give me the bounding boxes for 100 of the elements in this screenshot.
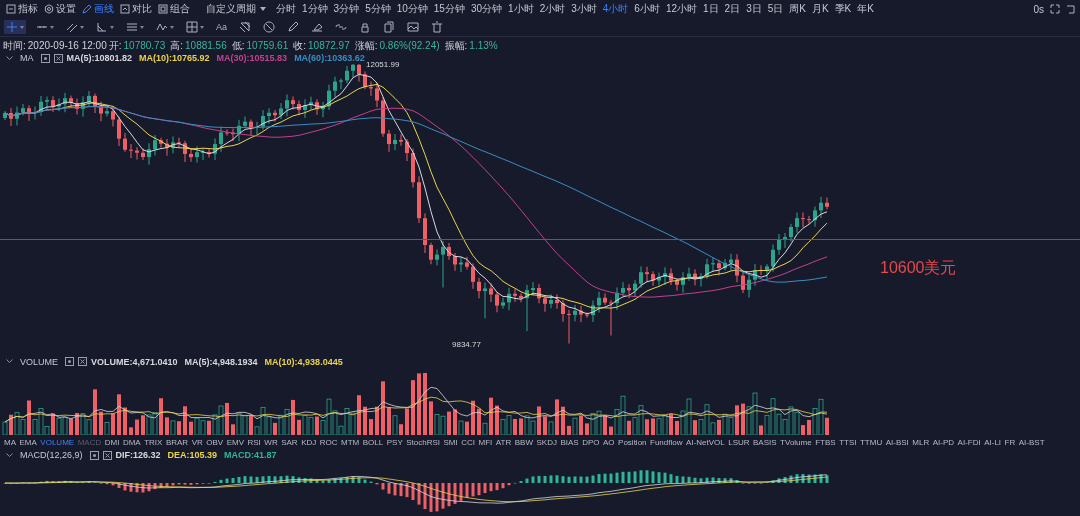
indicator-tab[interactable]: AI-BST bbox=[1018, 437, 1045, 447]
period-dropdown[interactable]: 自定义周期 bbox=[206, 2, 266, 16]
macd-value: DEA:105.39 bbox=[167, 450, 218, 460]
drawing-tool-button[interactable] bbox=[405, 20, 421, 34]
drawing-tool-button[interactable] bbox=[237, 20, 253, 34]
collapse-caret-icon[interactable] bbox=[6, 55, 13, 61]
close-icon[interactable] bbox=[78, 357, 87, 366]
period-tab[interactable]: 12小时 bbox=[665, 2, 697, 16]
indicator-tab[interactable]: FR bbox=[1004, 437, 1016, 447]
indicator-tab[interactable]: BBW bbox=[514, 437, 533, 447]
popout-icon[interactable] bbox=[1066, 4, 1076, 14]
period-tab[interactable]: 1日 bbox=[703, 2, 719, 16]
caret-icon bbox=[170, 25, 174, 29]
period-tab[interactable]: 3日 bbox=[746, 2, 762, 16]
period-tab[interactable]: 周K bbox=[789, 2, 806, 16]
drawing-tool-button[interactable]: Aa bbox=[214, 20, 229, 34]
period-tab[interactable]: 年K bbox=[857, 2, 874, 16]
indicator-tab[interactable]: MA bbox=[4, 437, 16, 447]
period-tab[interactable]: 30分钟 bbox=[470, 2, 503, 16]
indicator-tab[interactable]: AI-LI bbox=[984, 437, 1002, 447]
period-tab[interactable]: 2日 bbox=[724, 2, 741, 16]
period-tab[interactable]: 2小时 bbox=[539, 2, 566, 16]
visibility-icon[interactable] bbox=[65, 357, 74, 366]
period-tab[interactable]: 1分钟 bbox=[302, 2, 328, 16]
fullscreen-icon[interactable] bbox=[1050, 4, 1060, 14]
indicator-tab[interactable]: TVolume bbox=[780, 437, 812, 447]
indicator-tab[interactable]: SKDJ bbox=[536, 437, 557, 447]
close-icon[interactable] bbox=[53, 53, 63, 63]
collapse-caret-icon[interactable] bbox=[6, 359, 13, 364]
period-tab[interactable]: 5日 bbox=[767, 2, 784, 16]
period-tab[interactable]: 3分钟 bbox=[333, 2, 360, 16]
drawing-tool-button[interactable] bbox=[285, 20, 301, 34]
period-tab[interactable]: 4小时 bbox=[602, 2, 629, 16]
period-tab[interactable]: 15分钟 bbox=[433, 2, 465, 16]
period-tab[interactable]: 季K bbox=[834, 2, 852, 16]
indicator-tab[interactable]: TTMU bbox=[860, 437, 883, 447]
drawing-tool-button[interactable] bbox=[184, 20, 206, 34]
indicator-tab[interactable]: MLR bbox=[912, 437, 930, 447]
indicator-tab[interactable]: VR bbox=[191, 437, 203, 447]
indicator-tab[interactable]: Fundflow bbox=[650, 437, 683, 447]
indicator-tab[interactable]: MTM bbox=[341, 437, 360, 447]
period-tab[interactable]: 月K bbox=[811, 2, 829, 16]
period-tab[interactable]: 3小时 bbox=[571, 2, 597, 16]
indicator-tab[interactable]: TRIX bbox=[144, 437, 163, 447]
indicator-tab[interactable]: AI-PD bbox=[932, 437, 955, 447]
toolbar-button[interactable]: 设置 bbox=[44, 2, 76, 16]
indicator-tab[interactable]: RSI bbox=[247, 437, 261, 447]
caret-icon bbox=[260, 7, 266, 11]
toolbar-button[interactable]: 指标 bbox=[6, 2, 38, 16]
indicator-tab[interactable]: MFI bbox=[478, 437, 493, 447]
period-tab[interactable]: 10分钟 bbox=[396, 2, 428, 16]
indicator-tab[interactable]: ATR bbox=[495, 437, 512, 447]
indicator-tab[interactable]: BIAS bbox=[560, 437, 579, 447]
period-tab[interactable]: 分时 bbox=[276, 2, 296, 16]
indicator-tab[interactable]: ROC bbox=[319, 437, 338, 447]
indicator-tab[interactable]: StochRSI bbox=[406, 437, 441, 447]
indicator-tab[interactable]: Position bbox=[618, 437, 647, 447]
drawing-tool-button[interactable] bbox=[429, 20, 445, 34]
indicator-tab[interactable]: VOLUME bbox=[40, 437, 75, 447]
period-tab[interactable]: 1小时 bbox=[508, 2, 534, 16]
indicator-tab[interactable]: WR bbox=[264, 437, 278, 447]
indicator-tab[interactable]: AO bbox=[603, 437, 615, 447]
visibility-icon[interactable] bbox=[40, 53, 50, 63]
toolbar-button[interactable]: 对比 bbox=[120, 2, 152, 16]
collapse-caret-icon[interactable] bbox=[6, 452, 13, 458]
indicator-tab[interactable]: EMV bbox=[226, 437, 244, 447]
ohlc-value: 10780.73 bbox=[123, 40, 166, 51]
indicator-tab[interactable]: LSUR bbox=[728, 437, 750, 447]
indicator-tab[interactable]: DMA bbox=[122, 437, 141, 447]
period-tab[interactable]: 6小时 bbox=[634, 2, 660, 16]
indicator-tab[interactable]: PSY bbox=[386, 437, 403, 447]
indicator-tab[interactable]: AI-FDI bbox=[957, 437, 981, 447]
indicator-tab[interactable]: DPO bbox=[582, 437, 600, 447]
indicator-tab[interactable]: BASIS bbox=[753, 437, 777, 447]
toolbar-button[interactable]: 画线 bbox=[82, 2, 114, 16]
indicator-tab[interactable]: DMI bbox=[104, 437, 120, 447]
ma-value: MA(30):10515.83 bbox=[216, 53, 288, 63]
drawing-tool-button[interactable] bbox=[381, 20, 397, 34]
visibility-icon[interactable] bbox=[89, 450, 99, 460]
indicator-tab[interactable]: TTSI bbox=[839, 437, 857, 447]
drawing-tool-button[interactable] bbox=[261, 20, 277, 34]
ohlc-value: 2020-09-16 12:00 bbox=[27, 40, 107, 51]
indicator-tab[interactable]: FTBS bbox=[815, 437, 836, 447]
period-tab[interactable]: 5分钟 bbox=[365, 2, 391, 16]
drawing-tool-button[interactable] bbox=[94, 20, 116, 34]
indicator-tab[interactable]: BOLL bbox=[362, 437, 384, 447]
indicator-tab[interactable]: SAR bbox=[281, 437, 298, 447]
close-icon[interactable] bbox=[102, 450, 112, 460]
indicator-tab[interactable]: CCI bbox=[461, 437, 476, 447]
toolbar-button[interactable]: 组合 bbox=[158, 2, 190, 16]
indicator-tab[interactable]: OBV bbox=[206, 437, 224, 447]
indicator-tab[interactable]: EMA bbox=[19, 437, 37, 447]
indicator-tab[interactable]: AI-NetVOL bbox=[686, 437, 725, 447]
indicator-tab[interactable]: AI-BSI bbox=[885, 437, 909, 447]
grid-icon bbox=[186, 21, 198, 33]
chart-box-icon bbox=[120, 4, 130, 14]
indicator-tab[interactable]: BRAR bbox=[165, 437, 189, 447]
pencil-icon bbox=[82, 4, 92, 14]
indicator-tab[interactable]: KDJ bbox=[301, 437, 317, 447]
indicator-tab[interactable]: SMI bbox=[443, 437, 458, 447]
